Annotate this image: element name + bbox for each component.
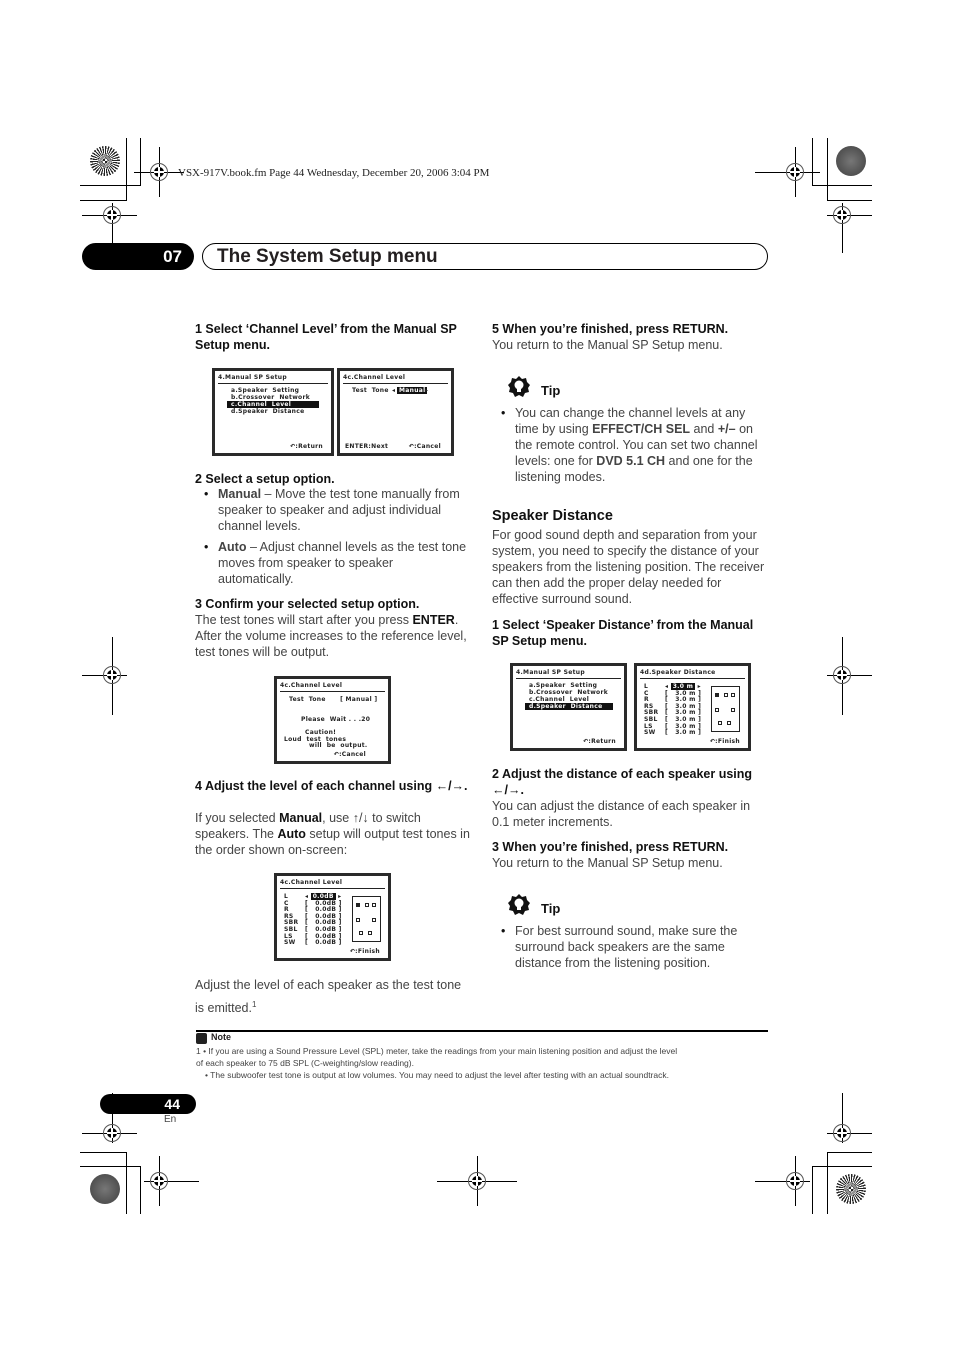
sd-step-1-heading: 1 Select ‘Speaker Distance’ from the Man… [492, 618, 754, 648]
osd-footer-left: ENTER:Next [345, 443, 389, 450]
bullet-manual-label: Manual [218, 487, 262, 501]
note-pencil-icon [196, 1033, 207, 1044]
step-3-heading: 3 Confirm your selected setup option. [195, 597, 420, 611]
osd-caution: will be output. [309, 742, 368, 749]
osd-row: Test Tone [ Manual ] [289, 696, 378, 703]
osd-footer-right: ↶:Cancel [408, 443, 441, 450]
speaker-layout-diagram [352, 896, 381, 942]
color-registration-disc [836, 1174, 866, 1204]
note-divider [196, 1030, 768, 1032]
screen-caption: Adjust the level of each speaker as the … [195, 978, 462, 1016]
osd-wait: Please Wait . . .20 [301, 716, 371, 723]
osd-value: Manual [397, 387, 428, 394]
osd-footer: ↶:Return [290, 443, 323, 450]
note-line: • The subwoofer test tone is output at l… [205, 1070, 669, 1080]
speaker-layout-diagram [711, 686, 740, 732]
bullet-manual: Manual – Move the test tone manually fro… [204, 486, 468, 534]
osd-title: 4.Manual SP Setup [516, 669, 585, 676]
osd-channel-value: [ 3.0 m ] [665, 729, 702, 737]
chapter-title: The System Setup menu [202, 243, 768, 270]
osd-menu-item: c.Channel Level [529, 696, 590, 703]
osd-menu-item: a.Speaker Setting [529, 682, 598, 689]
sd-step-3-heading: 3 When you’re finished, press RETURN. [492, 840, 729, 854]
osd-channel-label: SW [284, 939, 296, 947]
osd-row-label: Test Tone [352, 387, 389, 394]
step-2-heading: 2 Select a setup option. [195, 472, 335, 486]
osd-right-arrow-icon: ▸ [425, 387, 429, 394]
tip-lightbulb-icon [508, 894, 530, 915]
step-4-heading: 4 Adjust the level of each channel using… [195, 779, 468, 793]
print-header: VSX-917V.book.fm Page 44 Wednesday, Dece… [178, 167, 490, 179]
section-title: Speaker Distance [492, 508, 613, 524]
osd-caution: Caution! [305, 729, 337, 736]
step-5-heading: 5 When you’re finished, press RETURN. [492, 322, 729, 336]
osd-title: 4c.Channel Level [280, 682, 343, 689]
osd-channel-value: [ 0.0dB ] [305, 939, 342, 947]
step-3-text: The test tones will start after you pres… [195, 613, 467, 659]
osd-title: 4.Manual SP Setup [218, 374, 287, 381]
color-registration-disc [90, 146, 120, 176]
osd-channel-label: SW [644, 729, 656, 737]
tip-lightbulb-icon [508, 376, 530, 397]
note-line: of each speaker to 75 dB SPL (C-weightin… [196, 1058, 414, 1068]
sd-step-2-heading: 2 Adjust the distance of each speaker us… [492, 767, 753, 797]
bullet-auto-label: Auto [218, 540, 247, 554]
osd-footer: ↶:Finish [709, 738, 740, 745]
osd-left-arrow-icon: ◂ [392, 387, 396, 394]
osd-title: 4c.Channel Level [343, 374, 406, 381]
osd-footer: ↶:Finish [349, 948, 380, 955]
step-5-text: You return to the Manual SP Setup menu. [492, 338, 723, 352]
bullet-auto-text: – Adjust channel levels as the test tone… [218, 540, 467, 586]
osd-channel-level-start: 4c.Channel Level Test Tone ◂ Manual ▸ EN… [337, 368, 454, 456]
step-1-heading: 1 Select ‘Channel Level’ from the Manual… [195, 322, 457, 352]
tip-bullet: You can change the channel levels at any… [501, 405, 767, 485]
section-intro: For good sound depth and separation from… [492, 528, 765, 606]
tip-label: Tip [541, 383, 561, 398]
page-language: En [164, 1114, 177, 1125]
chapter-number: 07 [82, 243, 194, 270]
tip-label: Tip [541, 901, 561, 916]
osd-footer: ↶:Return [583, 738, 616, 745]
note-label: Note [211, 1032, 231, 1042]
osd-title: 4c.Channel Level [280, 879, 343, 886]
step-4-text: If you selected Manual, use ↑/↓ to switc… [195, 811, 470, 857]
sd-step-2-text: You can adjust the distance of each spea… [492, 799, 751, 829]
sd-step-3-text: You return to the Manual SP Setup menu. [492, 856, 723, 870]
osd-channel-level-adjust: 4c.Channel Level L ◂ 0.0dB ▸ C[ 0.0dB ] R[ … [274, 873, 391, 961]
osd-footer: ↶:Cancel [333, 751, 366, 758]
color-registration-disc [836, 146, 866, 176]
osd-menu-item: b.Crossover Network [529, 689, 609, 696]
osd-channel-level-wait: 4c.Channel Level Test Tone [ Manual ] Pl… [274, 676, 391, 764]
footnote-ref[interactable]: 1 [252, 1000, 256, 1009]
osd-menu-item: d.Speaker Distance [231, 408, 305, 415]
page-number: 44 [100, 1094, 196, 1114]
note-line: 1 • If you are using a Sound Pressure Le… [196, 1046, 678, 1056]
osd-menu-item: b.Crossover Network [231, 394, 311, 401]
osd-menu-item-selected: c.Channel Level [227, 401, 319, 408]
osd-manual-sp-setup: 4.Manual SP Setup a.Speaker Setting b.Cr… [212, 368, 334, 456]
osd-manual-sp-setup-distance: 4.Manual SP Setup a.Speaker Setting b.Cr… [510, 663, 627, 751]
osd-menu-item: a.Speaker Setting [231, 387, 300, 394]
color-registration-disc [90, 1174, 120, 1204]
osd-title: 4d.Speaker Distance [640, 669, 716, 676]
osd-menu-item-selected: d.Speaker Distance [525, 703, 613, 710]
osd-speaker-distance: 4d.Speaker Distance L ◂ 3.0 m ▸ C[ 3.0 m ]… [634, 663, 751, 751]
bullet-auto: Auto – Adjust channel levels as the test… [204, 539, 468, 587]
tip-bullet: For best surround sound, make sure the s… [501, 923, 767, 971]
